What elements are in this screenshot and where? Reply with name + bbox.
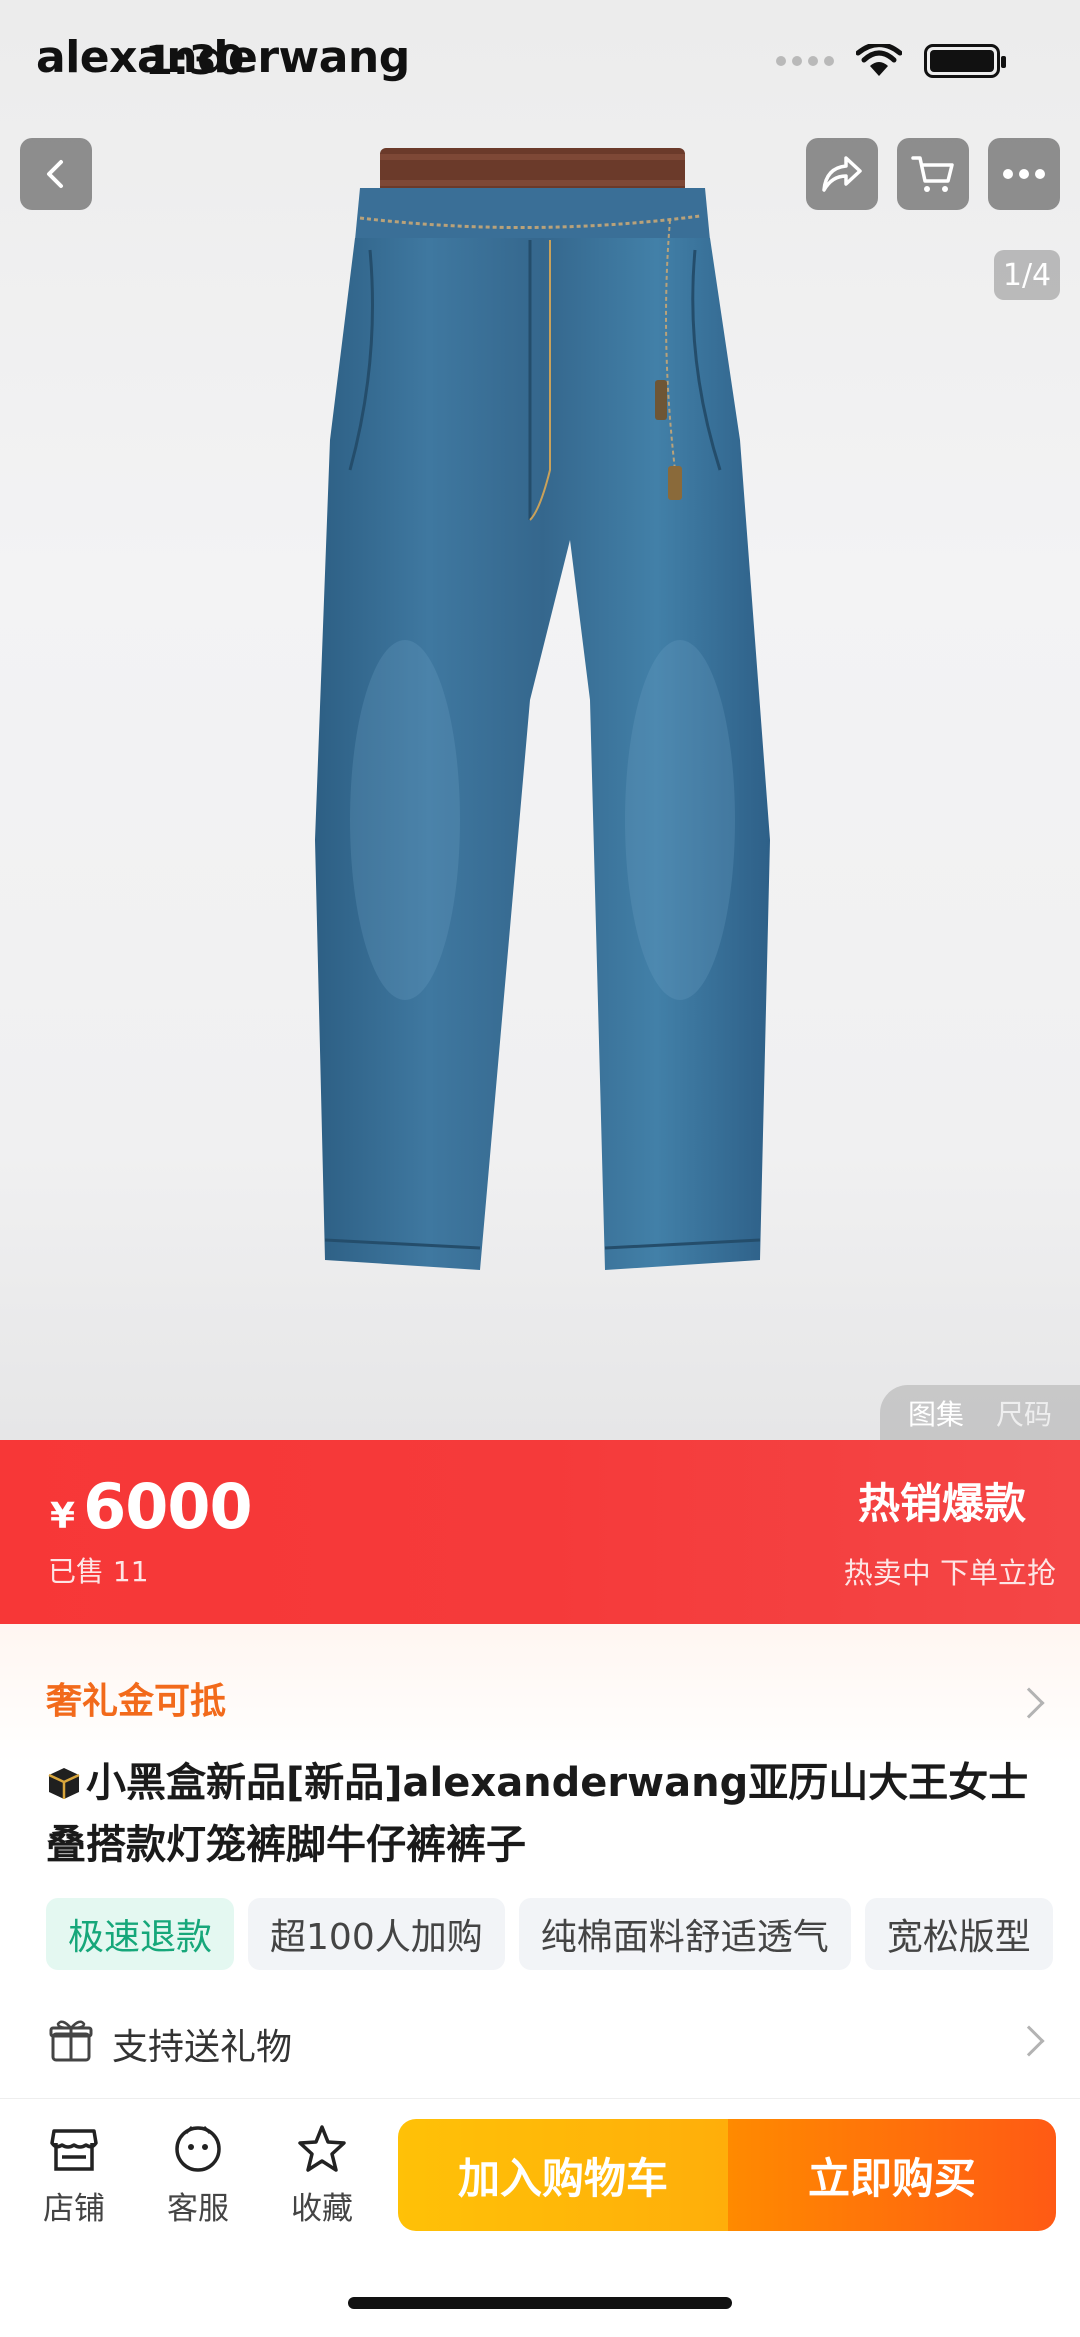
hot-sale-subtitle: 热卖中 下单立抢 [843,1556,1056,1590]
chevron-right-icon [1013,1687,1045,1719]
tag-cotton[interactable]: 纯棉面料舒适透气 [518,1898,851,1970]
nav-favorite-label: 收藏 [291,2191,353,2227]
wifi-icon [856,44,902,76]
nav-customer-service[interactable]: 客服 [148,2123,248,2228]
more-icon [1003,169,1045,179]
nav-favorite[interactable]: 收藏 [272,2123,372,2228]
tag-loose-fit[interactable]: 宽松版型 [864,1898,1053,1970]
hot-sale-title: 热销爆款 [857,1479,1026,1528]
tab-gallery[interactable]: 图集 [908,1393,964,1433]
page-indicator: 1/4 [994,250,1060,300]
currency-symbol: ¥ [50,1496,76,1537]
coupon-label: 奢礼金可抵 [46,1681,227,1722]
coupon-row[interactable]: 奢礼金可抵 [0,1624,1080,1764]
cart-icon [911,156,954,192]
gift-label: 支持送礼物 [112,2027,293,2068]
price-banner: ¥ 6000 已售 11 热销爆款 热卖中 下单立抢 [0,1440,1080,1624]
product-title: 小黑盒新品[新品]alexanderwang亚历山大王女士叠搭款灯笼裤脚牛仔裤裤… [46,1752,1046,1876]
gift-icon [49,2020,93,2062]
share-icon [822,156,862,192]
nav-store[interactable]: 店铺 [24,2123,124,2228]
home-indicator[interactable] [348,2297,732,2309]
back-icon [47,160,63,188]
product-image-gallery[interactable]: alexanderwang 1:30 1/4 图集 尺码 [0,0,1080,1440]
add-to-cart-button[interactable]: 加入购物车 [398,2119,728,2231]
tag-fast-refund[interactable]: 极速退款 [46,1898,235,1970]
nav-customer-service-label: 客服 [167,2191,229,2227]
signal-icon [776,56,834,66]
cta-group: 加入购物车 立即购买 [398,2119,1056,2231]
gift-row[interactable]: 支持送礼物 [0,2000,1080,2100]
buy-now-button[interactable]: 立即购买 [728,2119,1056,2231]
back-button[interactable] [20,138,92,210]
more-button[interactable] [988,138,1060,210]
black-box-icon [48,1768,80,1799]
gallery-tabs: 图集 尺码 [880,1385,1080,1440]
cart-button[interactable] [897,138,969,210]
tab-size[interactable]: 尺码 [996,1393,1052,1433]
star-icon [298,2125,346,2172]
sold-count: 已售 11 [48,1555,149,1588]
product-image-jeans [315,148,770,1270]
chevron-right-icon [1013,2025,1045,2057]
share-button[interactable] [806,138,878,210]
status-time: 1:30 [145,38,245,84]
price-value: 6000 [83,1470,253,1543]
store-icon [50,2129,98,2171]
price-row: ¥ 6000 [50,1470,253,1543]
status-bar-icons [776,44,1006,78]
product-title-text: 小黑盒新品[新品]alexanderwang亚历山大王女士叠搭款灯笼裤脚牛仔裤裤… [46,1760,1029,1868]
nav-store-label: 店铺 [43,2191,105,2227]
tag-added-to-cart[interactable]: 超100人加购 [248,1898,505,1970]
product-tags: 极速退款 超100人加购 纯棉面料舒适透气 宽松版型 [46,1898,1053,1970]
battery-icon [924,44,1006,78]
customer-service-icon [175,2125,221,2172]
